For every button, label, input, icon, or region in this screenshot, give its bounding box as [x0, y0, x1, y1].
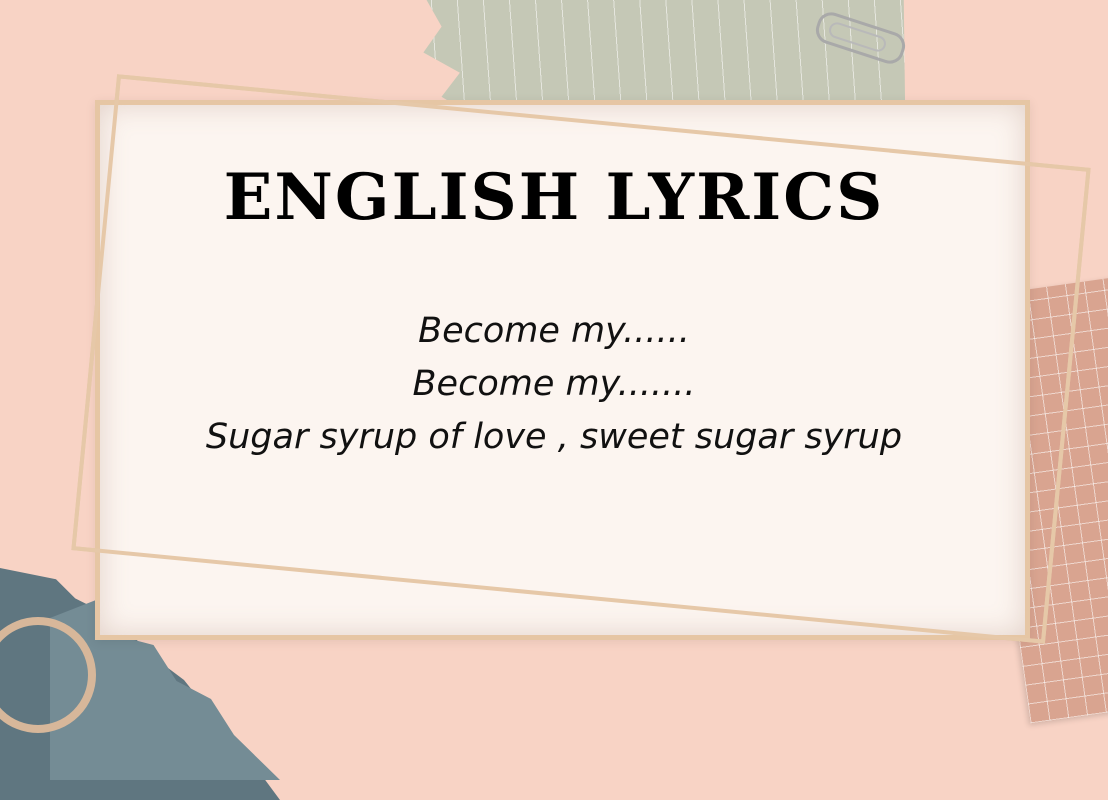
- lyric-line: Sugar syrup of love , sweet sugar syrup: [205, 417, 903, 457]
- lyric-line: Become my......: [418, 311, 690, 351]
- lyric-line: Become my.......: [412, 364, 696, 404]
- lyrics-block: Become my...... Become my....... Sugar s…: [0, 305, 1108, 464]
- card-title: ENGLISH LYRICS: [223, 160, 885, 235]
